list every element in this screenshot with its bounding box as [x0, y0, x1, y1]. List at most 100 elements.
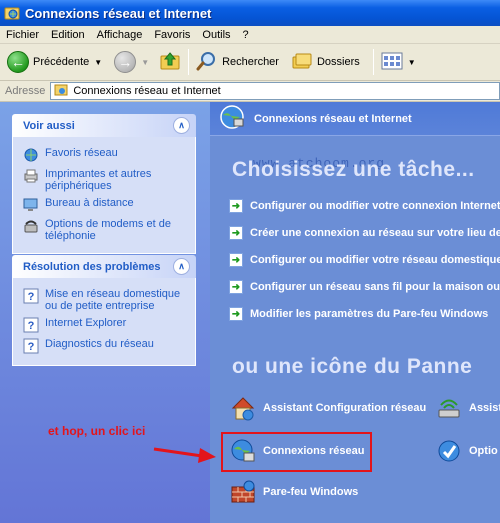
icon-label: Assist — [469, 402, 500, 414]
views-dropdown-icon[interactable]: ▼ — [408, 58, 416, 67]
toolbar-separator-2 — [372, 49, 374, 75]
svg-text:?: ? — [28, 291, 35, 303]
internet-options-link[interactable]: Optio — [436, 438, 498, 464]
category-title: Connexions réseau et Internet — [254, 112, 412, 125]
highlight-box — [221, 432, 372, 472]
address-label: Adresse — [5, 85, 46, 97]
internet-options-icon — [436, 438, 462, 464]
menu-favorites[interactable]: Favoris — [148, 29, 196, 41]
back-dropdown-icon[interactable]: ▼ — [94, 58, 102, 67]
sidebar-item-label: Options de modems et de téléphonie — [45, 218, 171, 242]
icon-label: Pare-feu Windows — [263, 486, 359, 498]
troubleshooting-list: ? Mise en réseau domestique ou de petite… — [12, 278, 196, 366]
address-field[interactable]: Connexions réseau et Internet — [50, 82, 500, 100]
troubleshooting-panel: Résolution des problèmes ∧ ? Mise en rés… — [12, 255, 196, 366]
folders-icon — [291, 50, 313, 75]
pick-icon-heading: ou une icône du Panne — [232, 355, 473, 378]
green-arrow-icon: ➜ — [229, 307, 243, 321]
icon-label: Assistant Configuration réseau — [263, 402, 427, 414]
sidebar-item-remote-desktop[interactable]: Bureau à distance — [23, 197, 187, 213]
sidebar-item-home-network-help[interactable]: ? Mise en réseau domestique ou de petite… — [23, 288, 187, 312]
see-also-title: Voir aussi — [23, 119, 75, 132]
sidebar-item-label: Imprimantes et autres périphériques — [45, 168, 152, 192]
task-label: Configurer ou modifier votre connexion I… — [250, 200, 500, 212]
task-link[interactable]: ➜ Configurer ou modifier votre connexion… — [229, 199, 500, 213]
folders-label: Dossiers — [316, 56, 360, 68]
collapse-chevron-icon[interactable]: ∧ — [173, 258, 190, 275]
folders-button[interactable]: Dossiers — [288, 47, 363, 77]
window-title: Connexions réseau et Internet — [25, 5, 212, 21]
home-network-wizard-link[interactable]: Assistant Configuration réseau — [230, 395, 426, 421]
green-arrow-icon: ➜ — [229, 199, 243, 213]
menu-file[interactable]: Fichier — [0, 29, 45, 41]
sidebar-item-network-diagnostics[interactable]: ? Diagnostics du réseau — [23, 338, 187, 354]
back-button[interactable]: ← Précédente ▼ — [4, 47, 105, 77]
help-icon: ? — [23, 338, 39, 354]
toolbar: ← Précédente ▼ → ▼ Rechercher Dossiers ▼ — [0, 44, 500, 81]
search-button[interactable]: Rechercher — [193, 47, 282, 77]
up-button[interactable] — [156, 47, 184, 77]
collapse-chevron-icon[interactable]: ∧ — [173, 117, 190, 134]
toolbar-separator — [188, 49, 190, 75]
network-folder-icon — [4, 5, 20, 21]
menu-view[interactable]: Affichage — [91, 29, 149, 41]
views-button[interactable]: ▼ — [378, 47, 419, 77]
wireless-wizard-link[interactable]: Assist — [436, 395, 500, 421]
network-folder-icon — [54, 83, 68, 100]
svg-text:?: ? — [28, 341, 35, 353]
network-globe-icon — [218, 103, 246, 134]
sidebar-item-label: Favoris réseau — [45, 147, 118, 159]
help-icon: ? — [23, 317, 39, 333]
phone-modem-icon — [23, 218, 39, 234]
sidebar-item-modem-phone[interactable]: Options de modems et de téléphonie — [23, 218, 187, 242]
svg-text:?: ? — [28, 320, 35, 332]
icon-label: Optio — [469, 445, 498, 457]
home-network-icon — [230, 395, 256, 421]
see-also-panel: Voir aussi ∧ Favoris réseau Imprimantes … — [12, 114, 196, 254]
remote-desktop-icon — [23, 197, 39, 213]
sidebar-item-label: Internet Explorer — [45, 317, 127, 329]
sidebar-item-printers[interactable]: Imprimantes et autres périphériques — [23, 168, 187, 192]
search-icon — [196, 50, 218, 75]
forward-dropdown-icon[interactable]: ▼ — [141, 58, 149, 67]
menu-help[interactable]: ? — [237, 29, 255, 41]
task-label: Modifier les paramètres du Pare-feu Wind… — [250, 308, 489, 320]
menu-edit[interactable]: Edition — [45, 29, 91, 41]
green-arrow-icon: ➜ — [229, 253, 243, 267]
folder-up-icon — [159, 50, 181, 75]
category-header: Connexions réseau et Internet — [210, 102, 500, 136]
menu-bar: Fichier Edition Affichage Favoris Outils… — [0, 26, 500, 44]
address-bar: Adresse Connexions réseau et Internet — [0, 81, 500, 102]
back-arrow-icon: ← — [7, 51, 29, 73]
back-label: Précédente — [33, 56, 90, 68]
firewall-icon — [230, 479, 256, 505]
task-label: Configurer un réseau sans fil pour la ma… — [250, 281, 500, 293]
task-link[interactable]: ➜ Configurer un réseau sans fil pour la … — [229, 280, 500, 294]
green-arrow-icon: ➜ — [229, 226, 243, 240]
forward-button[interactable]: → ▼ — [111, 47, 152, 77]
views-icon — [381, 52, 403, 73]
forward-arrow-icon: → — [114, 51, 137, 73]
search-label: Rechercher — [222, 56, 279, 68]
task-link[interactable]: ➜ Configurer ou modifier votre réseau do… — [229, 253, 500, 267]
wireless-wizard-icon — [436, 395, 462, 421]
windows-firewall-link[interactable]: Pare-feu Windows — [230, 479, 358, 505]
network-places-icon — [23, 147, 39, 163]
green-arrow-icon: ➜ — [229, 280, 243, 294]
troubleshooting-title: Résolution des problèmes — [23, 260, 161, 273]
menu-tools[interactable]: Outils — [196, 29, 236, 41]
task-link[interactable]: ➜ Créer une connexion au réseau sur votr… — [229, 226, 500, 240]
title-bar: Connexions réseau et Internet — [0, 0, 500, 26]
sidebar-item-label: Diagnostics du réseau — [45, 338, 154, 350]
see-also-list: Favoris réseau Imprimantes et autres pér… — [12, 137, 196, 254]
task-link[interactable]: ➜ Modifier les paramètres du Pare-feu Wi… — [229, 307, 488, 321]
address-value: Connexions réseau et Internet — [73, 85, 221, 97]
help-icon: ? — [23, 288, 39, 304]
sidebar-item-label: Bureau à distance — [45, 197, 134, 209]
printer-icon — [23, 168, 39, 184]
troubleshooting-header[interactable]: Résolution des problèmes ∧ — [12, 255, 196, 278]
sidebar-item-ie-help[interactable]: ? Internet Explorer — [23, 317, 187, 333]
see-also-header[interactable]: Voir aussi ∧ — [12, 114, 196, 137]
sidebar-item-label: Mise en réseau domestique ou de petite e… — [45, 288, 181, 312]
sidebar-item-network-places[interactable]: Favoris réseau — [23, 147, 187, 163]
